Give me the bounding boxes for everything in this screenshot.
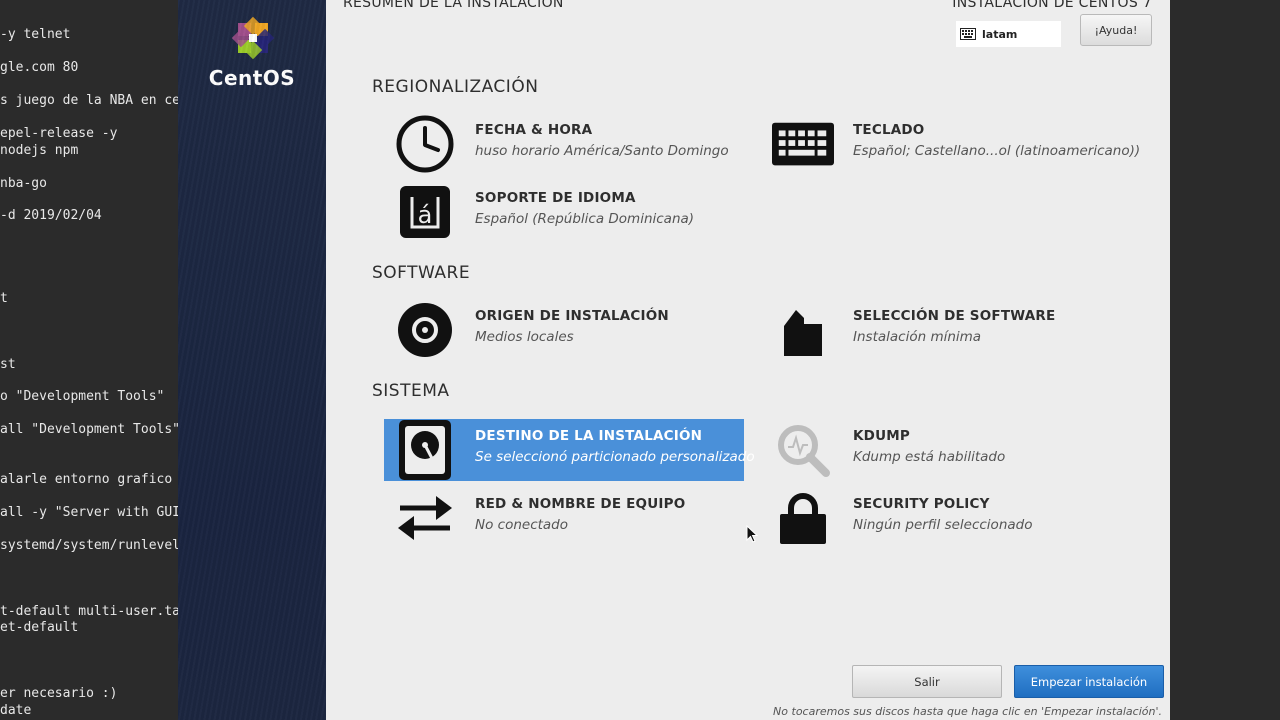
spoke-status: Español (República Dominicana) [475,211,695,227]
terminal-line: nba-go [0,176,47,191]
terminal-line: et-default [0,620,79,635]
terminal-line: o "Development Tools" [0,389,165,404]
terminal-line: systemd/system/runlevel5 [0,538,178,553]
mouse-pointer-icon [746,525,758,543]
terminal-line: t [0,291,8,306]
terminal-line: date [0,703,32,718]
terminal-line: all "Development Tools" [0,422,178,437]
terminal-line: s juego de la NBA en cen [0,93,178,108]
spoke-network-hostname[interactable]: RED & NOMBRE DE EQUIPO No conectado [384,487,744,549]
spoke-title: RED & NOMBRE DE EQUIPO [475,496,686,512]
help-button[interactable]: ¡Ayuda! [1080,14,1152,46]
spoke-date-time[interactable]: FECHA & HORA huso horario América/Santo … [384,113,744,175]
spoke-status: Instalación mínima [853,329,982,345]
language-icon: á [394,184,456,240]
spoke-software-selection[interactable]: SELECCIÓN DE SOFTWARE Instalación mínima [762,299,1122,361]
magnifier-icon [772,422,834,478]
section-title-software: SOFTWARE [372,263,471,283]
spoke-status: No conectado [475,517,569,533]
keyboard-icon [772,116,834,172]
terminal-line: all -y "Server with GUI [0,505,178,520]
section-title-system: SISTEMA [372,381,450,401]
spoke-title: SECURITY POLICY [853,496,990,512]
spoke-title: DESTINO DE LA INSTALACIÓN [475,428,703,444]
network-arrows-icon [394,490,456,546]
background-terminal: -y telnet gle.com 80 s juego de la NBA en … [0,0,178,720]
quit-button[interactable]: Salir [852,665,1002,698]
spoke-title: ORIGEN DE INSTALACIÓN [475,308,669,324]
centos-brand: CentOS [208,66,296,90]
centos-logo-icon [231,16,275,60]
section-title-regional: REGIONALIZACIÓN [372,77,539,97]
spoke-status: Español; Castellano...ol (latinoamerican… [853,143,1141,159]
clock-icon [394,115,456,173]
spoke-title: KDUMP [853,428,910,444]
terminal-line: er necesario :) [0,686,118,701]
spoke-title: SOPORTE DE IDIOMA [475,190,636,206]
keyboard-layout-label: latam [982,27,1018,41]
terminal-line: t-default multi-user.tar [0,604,178,619]
spoke-title: SELECCIÓN DE SOFTWARE [853,308,1056,324]
spoke-status: Kdump está habilitado [853,449,1006,465]
spoke-installation-destination[interactable]: DESTINO DE LA INSTALACIÓN Se seleccionó … [384,419,755,481]
spoke-title: FECHA & HORA [475,122,593,138]
padlock-icon [772,490,834,546]
spoke-status: Medios locales [475,329,574,345]
spoke-installation-source[interactable]: ORIGEN DE INSTALACIÓN Medios locales [384,299,744,361]
spoke-language-support[interactable]: á SOPORTE DE IDIOMA Español (República D… [384,181,744,243]
spoke-kdump[interactable]: KDUMP Kdump está habilitado [762,419,1122,481]
begin-installation-button[interactable]: Empezar instalación [1014,665,1164,698]
page-title: RESUMEN DE LA INSTALACIÓN [343,0,564,11]
harddisk-icon [394,420,456,480]
spoke-title: TECLADO [853,122,925,138]
product-title: INSTALACIÓN DE CENTOS 7 [952,0,1152,11]
background-terminal-right [1170,0,1280,720]
terminal-line: epel-release -y [0,126,118,141]
terminal-line: -y telnet [0,27,71,42]
spoke-status: Se seleccionó particionado personalizado [475,449,755,465]
terminal-line: alarle entorno grafico d [0,472,178,487]
installation-summary-panel: RESUMEN DE LA INSTALACIÓN INSTALACIÓN DE… [326,0,1170,720]
terminal-line: -d 2019/02/04 [0,208,102,223]
spoke-security-policy[interactable]: SECURITY POLICY Ningún perfil selecciona… [762,487,1122,549]
spoke-status: Ningún perfil seleccionado [853,517,1033,533]
terminal-line: st [0,357,16,372]
keyboard-small-icon [960,28,976,40]
spoke-keyboard[interactable]: TECLADO Español; Castellano...ol (latino… [762,113,1140,175]
disk-warning-note: No tocaremos sus discos hasta que haga c… [773,705,1162,718]
keyboard-layout-indicator[interactable]: latam [956,21,1061,47]
package-icon [772,302,834,358]
terminal-line: gle.com 80 [0,60,79,75]
svg-text:á: á [418,201,433,229]
installer-sidebar: CentOS [178,0,326,720]
disc-icon [394,302,456,358]
spoke-status: huso horario América/Santo Domingo [475,143,729,159]
terminal-line: nodejs npm [0,143,79,158]
